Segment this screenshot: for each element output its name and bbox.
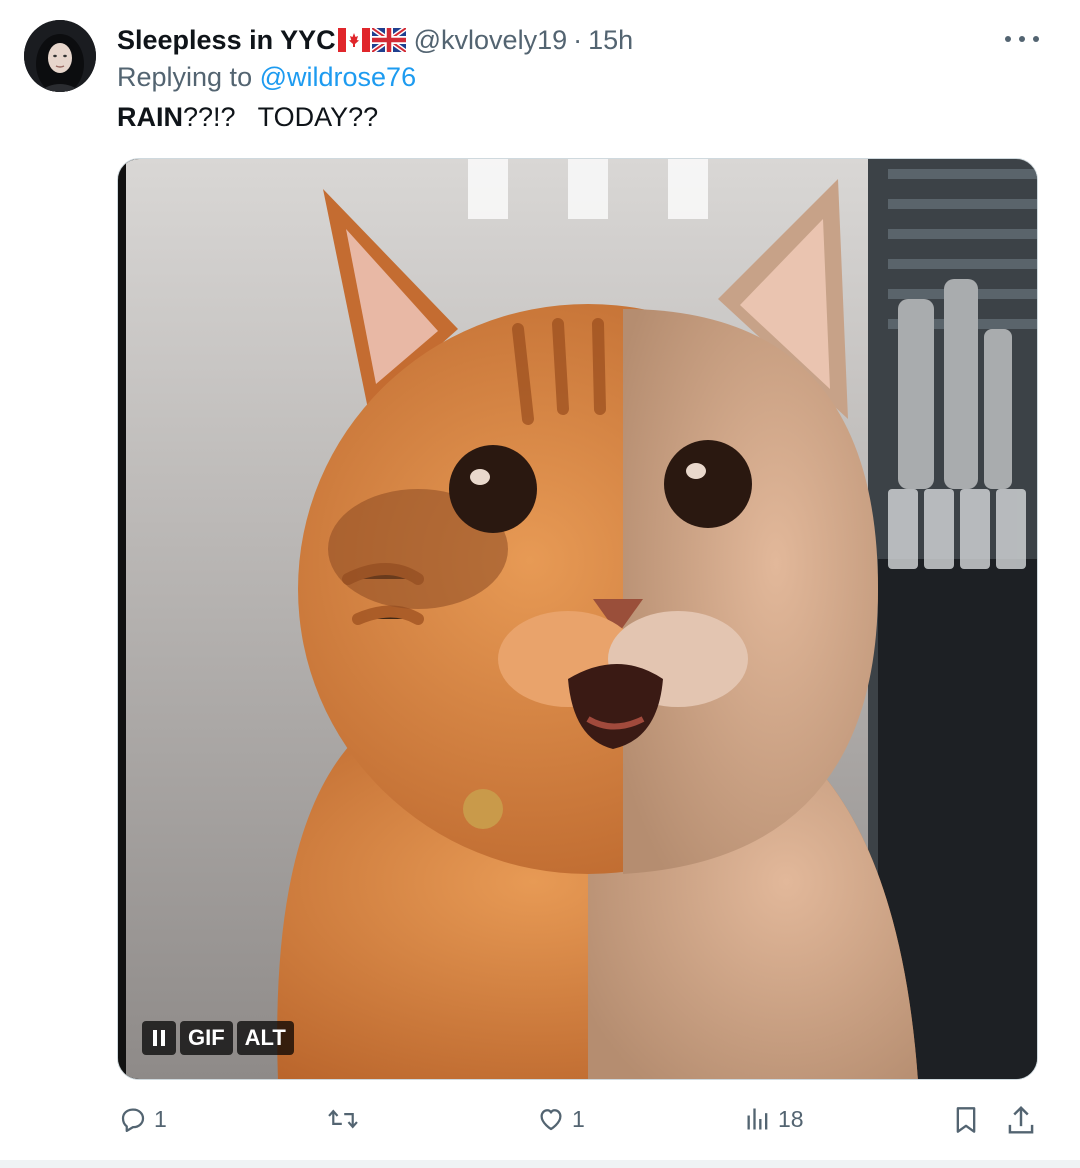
avatar[interactable] — [24, 20, 96, 92]
reply-button[interactable]: 1 — [118, 1104, 167, 1134]
reply-context: Replying to @wildrose76 — [117, 62, 416, 93]
canada-flag-icon — [337, 28, 370, 52]
user-handle[interactable]: @kvlovely19 — [414, 25, 567, 56]
display-name[interactable]: Sleepless in YYC — [117, 25, 336, 56]
repost-icon — [328, 1109, 358, 1129]
like-icon — [540, 1109, 562, 1131]
tweet-media-gif[interactable]: GIF ALT — [117, 158, 1038, 1080]
avatar-image — [24, 20, 96, 92]
bookmark-icon — [956, 1107, 976, 1133]
divider — [0, 1160, 1080, 1168]
views-icon — [747, 1108, 768, 1130]
separator-dot: · — [573, 24, 583, 55]
like-button[interactable]: 1 — [536, 1104, 585, 1134]
reply-prefix: Replying to — [117, 62, 253, 92]
share-icon — [1008, 1105, 1034, 1134]
cat-gif-image — [118, 159, 1037, 1079]
action-bar: 1 1 18 — [0, 1104, 1080, 1140]
media-overlay: GIF ALT — [142, 1021, 294, 1055]
reply-count: 1 — [154, 1105, 167, 1132]
tweet-text-rest: ??!? TODAY?? — [183, 102, 379, 132]
timestamp[interactable]: 15h — [588, 25, 633, 56]
gif-badge: GIF — [180, 1021, 233, 1055]
views-count: 18 — [778, 1105, 804, 1132]
tweet-header: Sleepless in YYC @kvlovely19 · 15h — [117, 22, 633, 58]
bookmark-button[interactable] — [952, 1104, 980, 1136]
alt-badge[interactable]: ALT — [236, 1021, 294, 1055]
reply-target-link[interactable]: @wildrose76 — [260, 62, 416, 92]
tweet-text: RAIN??!? TODAY?? — [117, 102, 378, 133]
pause-icon[interactable] — [142, 1021, 176, 1055]
repost-button[interactable] — [326, 1104, 366, 1134]
tweet-text-bold: RAIN — [117, 102, 183, 132]
like-count: 1 — [572, 1105, 585, 1132]
views-button[interactable]: 18 — [744, 1104, 804, 1134]
uk-flag-icon — [371, 28, 406, 52]
share-button[interactable] — [1006, 1104, 1036, 1136]
more-horizontal-icon[interactable] — [1005, 28, 1039, 50]
reply-icon — [121, 1108, 145, 1132]
